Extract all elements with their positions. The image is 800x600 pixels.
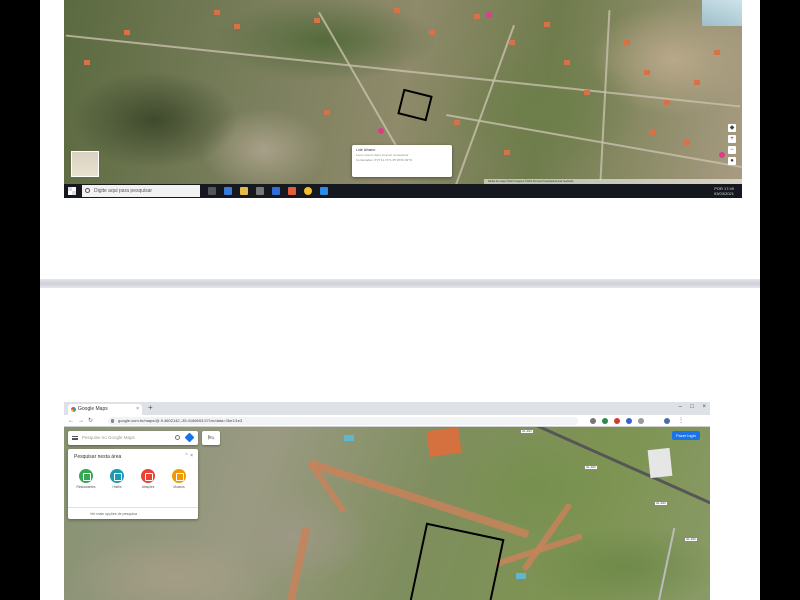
extension-icon[interactable] [614, 418, 620, 424]
page-separator [40, 279, 760, 288]
taskbar-search-box[interactable]: Digite aqui para pesquisar [82, 185, 200, 197]
road-shield: AL-101 [684, 537, 698, 542]
quick-action-label: Museus [173, 485, 185, 489]
map-layers-toggle[interactable] [71, 151, 99, 177]
address-url: google.com.br/maps/@-9.4602142,-35.41666… [118, 418, 243, 423]
login-button[interactable]: Fazer login [672, 431, 700, 440]
dirt-road [285, 527, 311, 600]
highway [654, 527, 676, 600]
word-icon[interactable] [320, 187, 328, 195]
maps-search-box[interactable]: Pesquise no Google Maps [68, 431, 198, 445]
pool [344, 435, 354, 441]
road-shield: AL-101 [654, 501, 668, 506]
satellite-map-bottom[interactable]: AL-101 AL-101 AL-101 AL-101 Pesquise no … [64, 427, 710, 600]
map-info-card[interactable]: Lote Urbano Lorem ipsum dolor sit amet c… [352, 145, 452, 177]
screenshot-bottom: Google Maps × + – □ × ← → ↻ google.com.b… [64, 402, 710, 600]
taskbar-search-placeholder: Digite aqui para pesquisar [94, 188, 153, 194]
search-icon[interactable] [175, 435, 180, 440]
windows-start-icon[interactable] [68, 187, 76, 195]
zoom-out-button[interactable]: − [728, 146, 736, 154]
tray-date: 03/03/2021 [713, 191, 734, 196]
forward-arrow-icon[interactable]: → [78, 417, 84, 425]
extension-icon[interactable] [602, 418, 608, 424]
location-pin-icon[interactable] [486, 12, 492, 18]
extension-icon[interactable] [590, 418, 596, 424]
maps-search-placeholder: Pesquise no Google Maps [82, 435, 135, 440]
minimize-icon[interactable]: – [679, 404, 682, 410]
location-pin-icon[interactable] [378, 128, 384, 134]
extension-icon[interactable] [638, 418, 644, 424]
browser-tab[interactable]: Google Maps × [68, 404, 142, 415]
road [454, 24, 516, 184]
museum-icon [172, 469, 186, 483]
lot-boundary-outline [407, 522, 505, 600]
close-window-icon[interactable]: × [702, 404, 706, 410]
quick-action-hotels[interactable]: Hotéis [102, 469, 132, 489]
restaurant-icon [79, 469, 93, 483]
pool [516, 573, 526, 579]
google-maps-favicon-icon [71, 407, 76, 412]
quick-action-label: Hotéis [112, 485, 122, 489]
road-shield: AL-101 [520, 429, 534, 434]
maximize-icon[interactable]: □ [690, 404, 694, 410]
browser-menu-icon[interactable]: ⋮ [678, 417, 684, 425]
store-icon[interactable] [256, 187, 264, 195]
edge-icon[interactable] [224, 187, 232, 195]
dirt-road [308, 459, 530, 539]
directions-icon[interactable] [184, 432, 195, 443]
office-icon[interactable] [288, 187, 296, 195]
road [446, 113, 742, 169]
road [599, 10, 611, 180]
explore-panel-title: Pesquisar nesta área [74, 454, 122, 460]
screenshot-top: Lote Urbano Lorem ipsum dolor sit amet c… [64, 0, 742, 198]
system-tray[interactable]: POR 17:49 03/03/2021 [714, 186, 734, 196]
dirt-road [521, 502, 573, 572]
hotel-icon [110, 469, 124, 483]
zoom-in-button[interactable]: + [728, 135, 736, 143]
task-view-icon[interactable] [208, 187, 216, 195]
quick-action-museums[interactable]: Museus [164, 469, 194, 489]
location-pin-icon[interactable] [719, 152, 725, 158]
tab-close-icon[interactable]: × [136, 404, 139, 415]
lock-icon [111, 419, 114, 423]
satellite-map-top[interactable]: Lote Urbano Lorem ipsum dolor sit amet c… [64, 0, 742, 184]
compass-icon[interactable]: ◆ [728, 124, 736, 132]
browser-tab-strip: Google Maps × + – □ × [64, 402, 710, 415]
quick-action-attractions[interactable]: Atrações [133, 469, 163, 489]
more-search-options-link[interactable]: Ver mais opções de pesquisa [68, 507, 198, 519]
hotel-filter-chip[interactable]: 🛏 [202, 431, 220, 445]
collapse-panel-icon[interactable]: ⌃ × [185, 453, 194, 459]
address-bar[interactable]: google.com.br/maps/@-9.4602142,-35.41666… [108, 417, 578, 425]
back-arrow-icon[interactable]: ← [68, 417, 74, 425]
search-icon [85, 188, 90, 193]
lot-boundary-outline [397, 88, 433, 122]
profile-avatar-icon[interactable] [664, 418, 670, 424]
new-tab-icon[interactable]: + [148, 403, 153, 412]
windows-taskbar: Digite aqui para pesquisar POR 17:49 03/… [64, 184, 742, 198]
quick-action-label: Atrações [141, 485, 155, 489]
tab-title: Google Maps [78, 406, 108, 412]
mail-icon[interactable] [272, 187, 280, 195]
file-explorer-icon[interactable] [240, 187, 248, 195]
sea-area [702, 0, 742, 26]
hamburger-menu-icon[interactable] [72, 436, 78, 440]
building-roof [426, 427, 462, 458]
chrome-icon[interactable] [304, 187, 312, 195]
reload-icon[interactable]: ↻ [88, 417, 93, 425]
extension-icon[interactable] [626, 418, 632, 424]
quick-action-label: Restaurantes [76, 485, 96, 489]
info-card-coordinates: Cordenadas: 9°27'41.74"S 35°25'00.09"W [356, 158, 413, 162]
warehouse-building [647, 447, 673, 479]
attraction-icon [141, 469, 155, 483]
browser-toolbar: ← → ↻ google.com.br/maps/@-9.4602142,-35… [64, 415, 710, 427]
explore-panel: Pesquisar nesta área ⌃ × Restaurantes Ho… [68, 449, 198, 519]
road-shield: AL-101 [584, 465, 598, 470]
quick-action-restaurants[interactable]: Restaurantes [71, 469, 101, 489]
pegman-icon[interactable]: ● [728, 157, 736, 165]
